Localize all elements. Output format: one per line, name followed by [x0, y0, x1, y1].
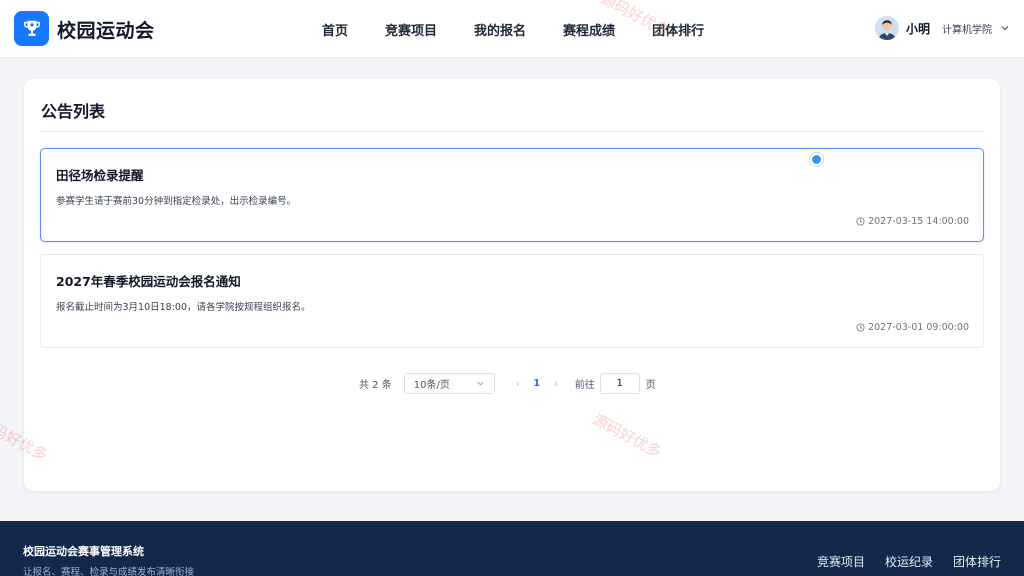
chevron-down-icon[interactable]	[1000, 23, 1010, 33]
main-nav: 首页 竞赛项目 我的报名 赛程成绩 团体排行	[322, 20, 704, 39]
page-size-select[interactable]: 10条/页	[403, 372, 495, 394]
footer-title: 校园运动会赛事管理系统	[23, 545, 144, 558]
notice-time: 2027-03-01 09:00:00	[856, 322, 969, 333]
footer-links: 竞赛项目 校运纪录 团体排行	[817, 553, 1001, 570]
nav-events[interactable]: 竞赛项目	[385, 20, 437, 39]
notice-time-text: 2027-03-01 09:00:00	[868, 322, 969, 333]
nav-my-registrations[interactable]: 我的报名	[474, 20, 526, 39]
notice-title: 田径场检录提醒	[56, 168, 144, 183]
footer-link-records[interactable]: 校运纪录	[885, 553, 933, 570]
user-name[interactable]: 小明	[906, 20, 930, 37]
footer-link-events[interactable]: 竞赛项目	[817, 553, 865, 570]
notice-list-card: 公告列表 田径场检录提醒 参赛学生请于赛前30分钟到指定检录处，出示检录编号。 …	[24, 79, 1000, 491]
goto-label: 前往	[574, 379, 595, 391]
top-header: 校园运动会 首页 竞赛项目 我的报名 赛程成绩 团体排行 小明 计算机学院	[0, 0, 1024, 58]
chevron-down-icon	[477, 381, 484, 386]
pagination-total: 共 2 条	[359, 379, 392, 391]
pagination: 共 2 条 10条/页 ‹ 1 › 前往 页	[359, 372, 656, 394]
goto-page-input[interactable]	[599, 372, 640, 394]
notice-time: 2027-03-15 14:00:00	[856, 216, 969, 227]
footer: 校园运动会赛事管理系统 让报名、赛程、检录与成绩发布清晰衔接 竞赛项目 校运纪录…	[0, 521, 1024, 576]
notice-time-text: 2027-03-15 14:00:00	[868, 216, 969, 227]
clock-icon	[856, 217, 865, 226]
page-size-value: 10条/页	[413, 379, 450, 391]
notice-body: 参赛学生请于赛前30分钟到指定检录处，出示检录编号。	[56, 196, 297, 207]
avatar[interactable]	[874, 16, 899, 40]
page-suffix: 页	[645, 379, 656, 391]
footer-subtitle: 让报名、赛程、检录与成绩发布清晰衔接	[23, 567, 195, 576]
mouse-cursor-indicator	[810, 153, 823, 166]
app-title[interactable]: 校园运动会	[57, 16, 155, 43]
footer-link-team-ranking[interactable]: 团体排行	[953, 553, 1001, 570]
clock-icon	[856, 323, 865, 332]
page-number[interactable]: 1	[523, 378, 551, 389]
user-college[interactable]: 计算机学院	[942, 21, 992, 36]
next-page-button[interactable]: ›	[551, 377, 561, 390]
nav-schedule-results[interactable]: 赛程成绩	[563, 20, 615, 39]
divider	[40, 131, 984, 132]
notice-item[interactable]: 田径场检录提醒 参赛学生请于赛前30分钟到指定检录处，出示检录编号。 2027-…	[40, 148, 984, 242]
nav-home[interactable]: 首页	[322, 20, 348, 39]
notice-item[interactable]: 2027年春季校园运动会报名通知 报名截止时间为3月10日18:00，请各学院按…	[40, 254, 984, 348]
page-title: 公告列表	[41, 102, 106, 121]
user-menu[interactable]: 小明 计算机学院	[874, 16, 1010, 40]
nav-team-ranking[interactable]: 团体排行	[652, 20, 704, 39]
notice-title: 2027年春季校园运动会报名通知	[56, 274, 241, 289]
notice-body: 报名截止时间为3月10日18:00，请各学院按规程组织报名。	[56, 302, 311, 313]
prev-page-button[interactable]: ‹	[513, 377, 523, 390]
trophy-icon[interactable]	[14, 11, 49, 46]
